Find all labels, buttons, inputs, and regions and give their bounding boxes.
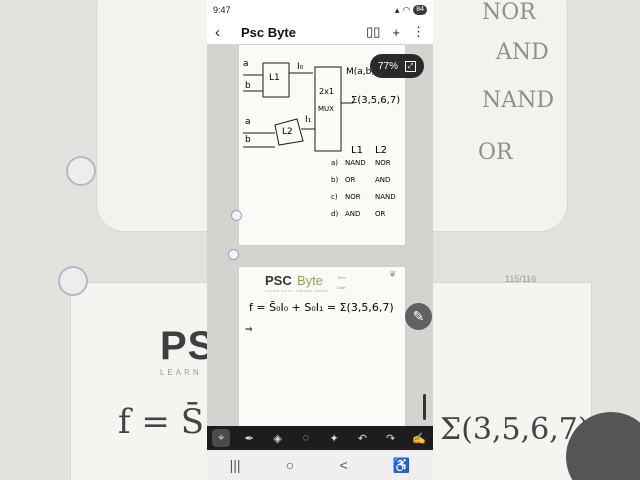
input-a2-label: a <box>245 117 251 127</box>
input-b-label: b <box>245 81 251 91</box>
background-word-nand: NAND <box>482 88 555 113</box>
note-page-2[interactable]: PSC Byte LEARN FAST. GRADE SMART. Time D… <box>238 266 406 438</box>
more-vertical-icon[interactable]: ⋮ <box>412 24 425 40</box>
option-l2: NOR <box>375 159 391 167</box>
option-key: a) <box>331 159 339 167</box>
option-l1: OR <box>345 176 356 184</box>
drawing-toolbar: ⌖ ✒ ◈ ◌ ✦ ↶ ↷ ✍ <box>207 426 433 450</box>
block-l2-label: L2 <box>282 127 293 137</box>
background-word-and: AND <box>496 40 549 65</box>
background-word-or: OR <box>478 140 513 165</box>
option-l2: OR <box>375 210 386 218</box>
book-icon[interactable]: ▯▯ <box>366 24 380 40</box>
pen-settings-icon[interactable]: ✍ <box>410 429 428 447</box>
phone-screen: 9:47 ▴ ◠ 84 ‹ Psc Byte ▯▯ + ⋮ a b L1 I₀ … <box>207 0 433 480</box>
option-l2: AND <box>375 176 391 184</box>
status-bar: 9:47 ▴ ◠ 84 <box>207 0 433 20</box>
system-nav-bar: ||| ○ < ♿ <box>207 450 433 480</box>
zoom-indicator[interactable]: 77% ⤢ <box>370 54 424 78</box>
mux-label-bottom: MUX <box>318 105 334 113</box>
scrollbar-thumb[interactable] <box>423 394 426 420</box>
note-title: Psc Byte <box>241 24 296 40</box>
column-l1: L1 <box>351 145 363 156</box>
date-label: Date <box>337 285 346 290</box>
battery-icon: 84 <box>413 5 427 15</box>
leaf-icon: ❦ <box>389 269 397 279</box>
status-time: 9:47 <box>213 5 231 15</box>
signal-icon: ▴ <box>394 4 400 15</box>
option-row: d) AND OR <box>331 210 403 227</box>
undo-icon[interactable]: ↶ <box>353 429 371 447</box>
pencil-icon: ✎ <box>412 308 425 324</box>
column-l2: L2 <box>375 145 387 156</box>
background-handle-top <box>66 156 96 186</box>
input-b2-label: b <box>245 135 251 145</box>
input-a-label: a <box>243 59 249 69</box>
background-handle-bottom <box>58 266 88 296</box>
wifi-icon: ◠ <box>402 4 411 15</box>
background-page-counter: 115/116 <box>505 274 537 284</box>
logo-accent: Byte <box>297 273 324 288</box>
redo-icon[interactable]: ↷ <box>382 429 400 447</box>
logo-text: PSC <box>265 273 292 288</box>
option-row: a) NAND NOR <box>331 159 403 176</box>
page-handle-top[interactable] <box>231 210 242 221</box>
zoom-level: 77% <box>377 60 398 72</box>
home-button[interactable]: ○ <box>286 457 294 473</box>
fit-screen-icon[interactable]: ⤢ <box>405 60 416 72</box>
chevron-left-icon[interactable]: ‹ <box>215 24 233 41</box>
output-i0-label: I₀ <box>297 62 304 72</box>
plus-icon[interactable]: + <box>392 25 400 40</box>
background-equation-start: f = S̄ <box>118 402 204 442</box>
option-l2: NAND <box>375 193 396 201</box>
page-handle-bottom[interactable] <box>228 249 239 260</box>
block-l1-label: L1 <box>269 73 280 83</box>
function-label: Σ(3,5,6,7) <box>351 95 401 106</box>
back-button[interactable]: < <box>339 457 347 473</box>
mux-label-top: 2x1 <box>319 87 334 96</box>
option-key: c) <box>331 193 338 201</box>
option-row: c) NOR NAND <box>331 193 403 210</box>
background-equation-end: Σ(3,5,6,7) <box>440 412 590 447</box>
option-l1: NOR <box>345 193 361 201</box>
recents-button[interactable]: ||| <box>230 457 241 473</box>
logo-tagline: LEARN FAST. GRADE SMART. <box>265 289 332 293</box>
time-label: Time <box>337 275 346 280</box>
app-bar: ‹ Psc Byte ▯▯ + ⋮ <box>207 20 433 44</box>
pen-fab-button[interactable]: ✎ <box>405 303 432 330</box>
eraser-icon[interactable]: ◈ <box>269 429 287 447</box>
accessibility-button[interactable]: ♿ <box>393 457 410 474</box>
option-key: d) <box>331 210 339 218</box>
option-key: b) <box>331 176 339 184</box>
shapes-icon[interactable]: ✦ <box>325 429 343 447</box>
option-l1: NAND <box>345 159 366 167</box>
option-l1: AND <box>345 210 361 218</box>
options-list: a) NAND NOR b) OR AND c) NOR NAND d) AND <box>331 159 403 227</box>
note-canvas[interactable]: a b L1 I₀ 2x1 MUX M(a,b) Σ(3,5,6,7) a b … <box>207 44 433 438</box>
output-i1-label: I₁ <box>305 115 312 125</box>
option-row: b) OR AND <box>331 176 403 193</box>
arrow-text: ⇒ <box>245 325 253 335</box>
background-word-nor: NOR <box>482 0 536 25</box>
pointer-icon[interactable]: ⌖ <box>212 429 231 447</box>
equation-text: f = S̄₀I₀ + S₀I₁ = Σ(3,5,6,7) <box>249 301 394 314</box>
pen-icon[interactable]: ✒ <box>240 429 258 447</box>
lasso-icon[interactable]: ◌ <box>297 429 315 447</box>
